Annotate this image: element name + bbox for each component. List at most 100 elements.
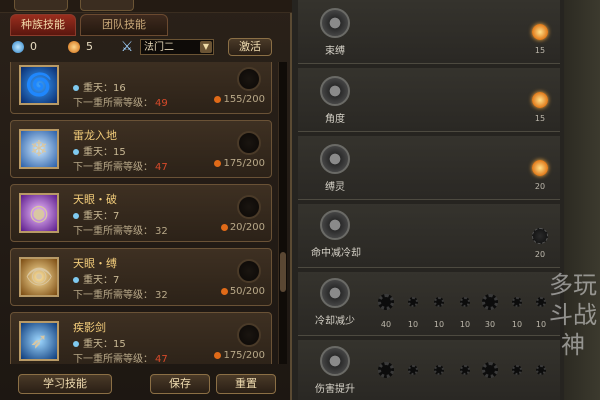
skill-name: 天眼・缚 [73, 257, 117, 270]
skill-level-text: 重天：15 [83, 339, 126, 350]
sun-point-icon[interactable] [532, 160, 548, 176]
method-select[interactable]: 法门二 ▼ [140, 39, 214, 55]
frame-tab-stub [14, 0, 68, 11]
talent-row: 命中减冷却 20 [298, 204, 560, 268]
skill-card[interactable]: 👁 天眼・缚 重天：7 下一重所需等级： 32 50/200 [10, 248, 272, 306]
gear-slot-icon[interactable] [378, 294, 394, 310]
gear-slot-icon[interactable] [408, 365, 418, 375]
talent-node[interactable] [320, 144, 350, 174]
level-dot-icon [73, 277, 79, 283]
gear-value: 30 [484, 320, 496, 329]
sun-point-icon[interactable] [532, 228, 548, 244]
resource-bar: 0 5 ⚔ 法门二 ▼ 激活 [6, 38, 286, 58]
coin-icon [214, 95, 222, 103]
gear-slot-icon[interactable] [482, 294, 498, 310]
cost-value: 155/200 [223, 94, 265, 105]
cost-value: 175/200 [223, 158, 265, 169]
skill-tabs: 种族技能 团队技能 [6, 14, 286, 36]
skill-level: 重天：16 [73, 79, 126, 94]
gear-slot-icon[interactable] [408, 297, 418, 307]
method-select-value: 法门二 [144, 42, 174, 53]
skill-level-text: 重天：15 [83, 147, 126, 158]
talent-value: 20 [534, 182, 546, 191]
skill-requirement: 下一重所需等级： 49 [73, 94, 168, 109]
tab-team-skills[interactable]: 团队技能 [80, 14, 168, 36]
upgrade-slot[interactable] [237, 67, 261, 91]
level-dot-icon [73, 149, 79, 155]
skill-cost: 155/200 [214, 94, 265, 105]
coin-icon [220, 223, 228, 231]
gear-slot-icon[interactable] [536, 365, 546, 375]
talent-label: 冷却减少 [315, 316, 355, 327]
tab-race-skills[interactable]: 种族技能 [10, 14, 76, 36]
gear-slot-icon[interactable] [512, 297, 522, 307]
skill-list: 🌀 重天：16 下一重所需等级： 49 155/200 ❄ 雷龙入地 重天：15 … [8, 62, 276, 364]
req-value: 47 [155, 354, 168, 364]
skill-requirement: 下一重所需等级： 47 [73, 350, 168, 364]
talent-row: 角度 15 [298, 68, 560, 132]
skill-card[interactable]: ◉ 天眼・破 重天：7 下一重所需等级： 32 20/200 [10, 184, 272, 242]
talent-node[interactable] [320, 8, 350, 38]
gear-slot-icon[interactable] [378, 362, 394, 378]
gear-value: 10 [459, 320, 471, 329]
sun-point-icon[interactable] [532, 92, 548, 108]
skill-level-text: 重天：7 [83, 211, 120, 222]
gear-slot-icon[interactable] [512, 365, 522, 375]
sun-point-icon[interactable] [532, 24, 548, 40]
gear-value: 10 [511, 320, 523, 329]
talent-node[interactable] [320, 76, 350, 106]
upgrade-slot[interactable] [237, 323, 261, 347]
reset-button[interactable]: 重置 [216, 374, 276, 394]
skill-level-text: 重天：16 [83, 83, 126, 94]
skill-name: 雷龙入地 [73, 129, 117, 142]
level-dot-icon [73, 85, 79, 91]
golden-eye-icon: 👁 [19, 257, 59, 297]
gear-slot-icon[interactable] [536, 297, 546, 307]
req-label: 下一重所需等级： [73, 226, 153, 237]
talent-node[interactable] [320, 278, 350, 308]
upgrade-slot[interactable] [237, 131, 261, 155]
purple-vortex-icon: ◉ [19, 193, 59, 233]
talent-value: 15 [534, 114, 546, 123]
skill-list-scrollbar[interactable] [278, 62, 287, 364]
chevron-down-icon[interactable]: ▼ [200, 41, 212, 53]
talent-value: 20 [534, 250, 546, 259]
action-bar: 学习技能 保存 重置 [0, 368, 292, 400]
save-button[interactable]: 保存 [150, 374, 210, 394]
gear-slot-icon[interactable] [434, 365, 444, 375]
req-label: 下一重所需等级： [73, 162, 153, 173]
cost-value: 175/200 [223, 350, 265, 361]
skill-cost: 50/200 [220, 286, 265, 297]
skill-card[interactable]: ❄ 雷龙入地 重天：15 下一重所需等级： 47 175/200 [10, 120, 272, 178]
talent-node[interactable] [320, 346, 350, 376]
skill-level: 重天：15 [73, 143, 126, 158]
talent-row: 束缚 15 [298, 0, 560, 64]
upgrade-slot[interactable] [237, 195, 261, 219]
skill-cost: 20/200 [220, 222, 265, 233]
skill-cost: 175/200 [214, 350, 265, 361]
skill-name: 疾影剑 [73, 321, 106, 334]
skill-card[interactable]: ➶ 疾影剑 重天：15 下一重所需等级： 47 175/200 [10, 312, 272, 364]
skill-level-text: 重天：7 [83, 275, 120, 286]
scrollbar-thumb[interactable] [280, 252, 286, 292]
talent-node[interactable] [320, 210, 350, 240]
talent-label: 伤害提升 [315, 384, 355, 395]
gear-slot-icon[interactable] [460, 365, 470, 375]
gear-slot-icon[interactable] [460, 297, 470, 307]
site-watermark: 多玩斗战神 [549, 271, 597, 359]
req-value: 47 [155, 162, 168, 173]
gear-slot-icon[interactable] [434, 297, 444, 307]
learn-skill-button[interactable]: 学习技能 [18, 374, 112, 394]
gear-value: 40 [380, 320, 392, 329]
skill-card[interactable]: 🌀 重天：16 下一重所需等级： 49 155/200 [10, 62, 272, 114]
blue-spiral-icon: 🌀 [19, 65, 59, 105]
upgrade-slot[interactable] [237, 259, 261, 283]
activate-button[interactable]: 激活 [228, 38, 272, 56]
orange-count: 5 [86, 40, 93, 53]
req-label: 下一重所需等级： [73, 354, 153, 364]
skill-name: 天眼・破 [73, 193, 117, 206]
gear-slot-icon[interactable] [482, 362, 498, 378]
level-dot-icon [73, 341, 79, 347]
talent-row: 伤害提升 [298, 340, 560, 400]
cost-value: 20/200 [229, 222, 265, 233]
